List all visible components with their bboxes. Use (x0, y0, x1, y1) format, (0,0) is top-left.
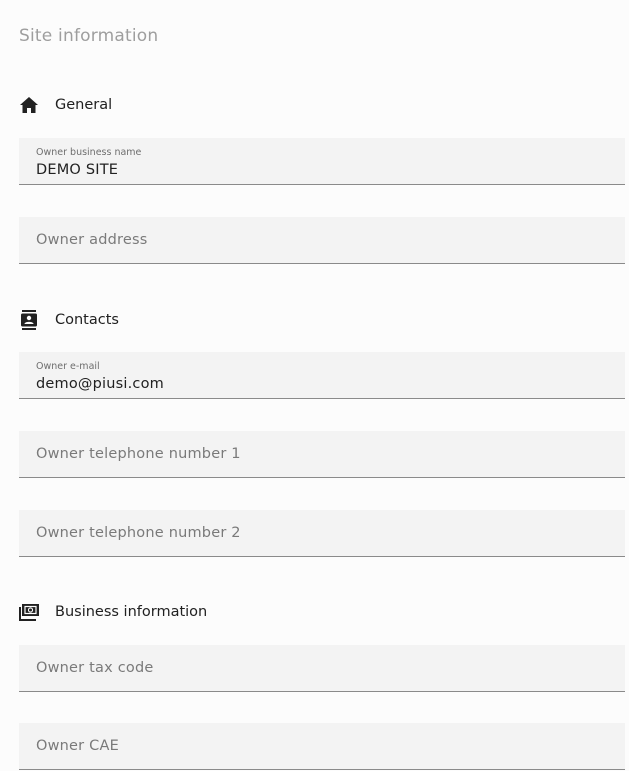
site-information-form: Site information General Owner business … (0, 0, 629, 771)
contact-book-icon (19, 310, 39, 330)
owner-cae-field[interactable]: Owner CAE (19, 723, 625, 770)
section-header-business: Business information (19, 601, 207, 623)
owner-telephone-1-field[interactable]: Owner telephone number 1 (19, 431, 625, 478)
money-icon (19, 602, 39, 622)
owner-telephone-2-placeholder: Owner telephone number 2 (36, 525, 241, 541)
owner-tax-code-placeholder: Owner tax code (36, 660, 154, 676)
owner-telephone-1-placeholder: Owner telephone number 1 (36, 446, 241, 462)
section-label-contacts: Contacts (55, 312, 119, 328)
owner-address-placeholder: Owner address (36, 232, 148, 248)
owner-tax-code-field[interactable]: Owner tax code (19, 645, 625, 692)
home-icon (19, 95, 39, 115)
owner-email-label: Owner e-mail (36, 361, 100, 372)
owner-telephone-2-field[interactable]: Owner telephone number 2 (19, 510, 625, 557)
section-header-contacts: Contacts (19, 309, 119, 331)
page-title: Site information (19, 26, 159, 46)
section-label-general: General (55, 97, 113, 113)
owner-address-field[interactable]: Owner address (19, 217, 625, 264)
owner-email-value: demo@piusi.com (36, 376, 165, 392)
owner-business-name-field[interactable]: Owner business name DEMO SITE (19, 138, 625, 185)
owner-business-name-value: DEMO SITE (36, 162, 119, 178)
owner-business-name-label: Owner business name (36, 147, 142, 158)
section-header-general: General (19, 94, 112, 116)
owner-email-field[interactable]: Owner e-mail demo@piusi.com (19, 352, 625, 399)
section-label-business: Business information (55, 604, 208, 620)
owner-cae-placeholder: Owner CAE (36, 738, 119, 754)
